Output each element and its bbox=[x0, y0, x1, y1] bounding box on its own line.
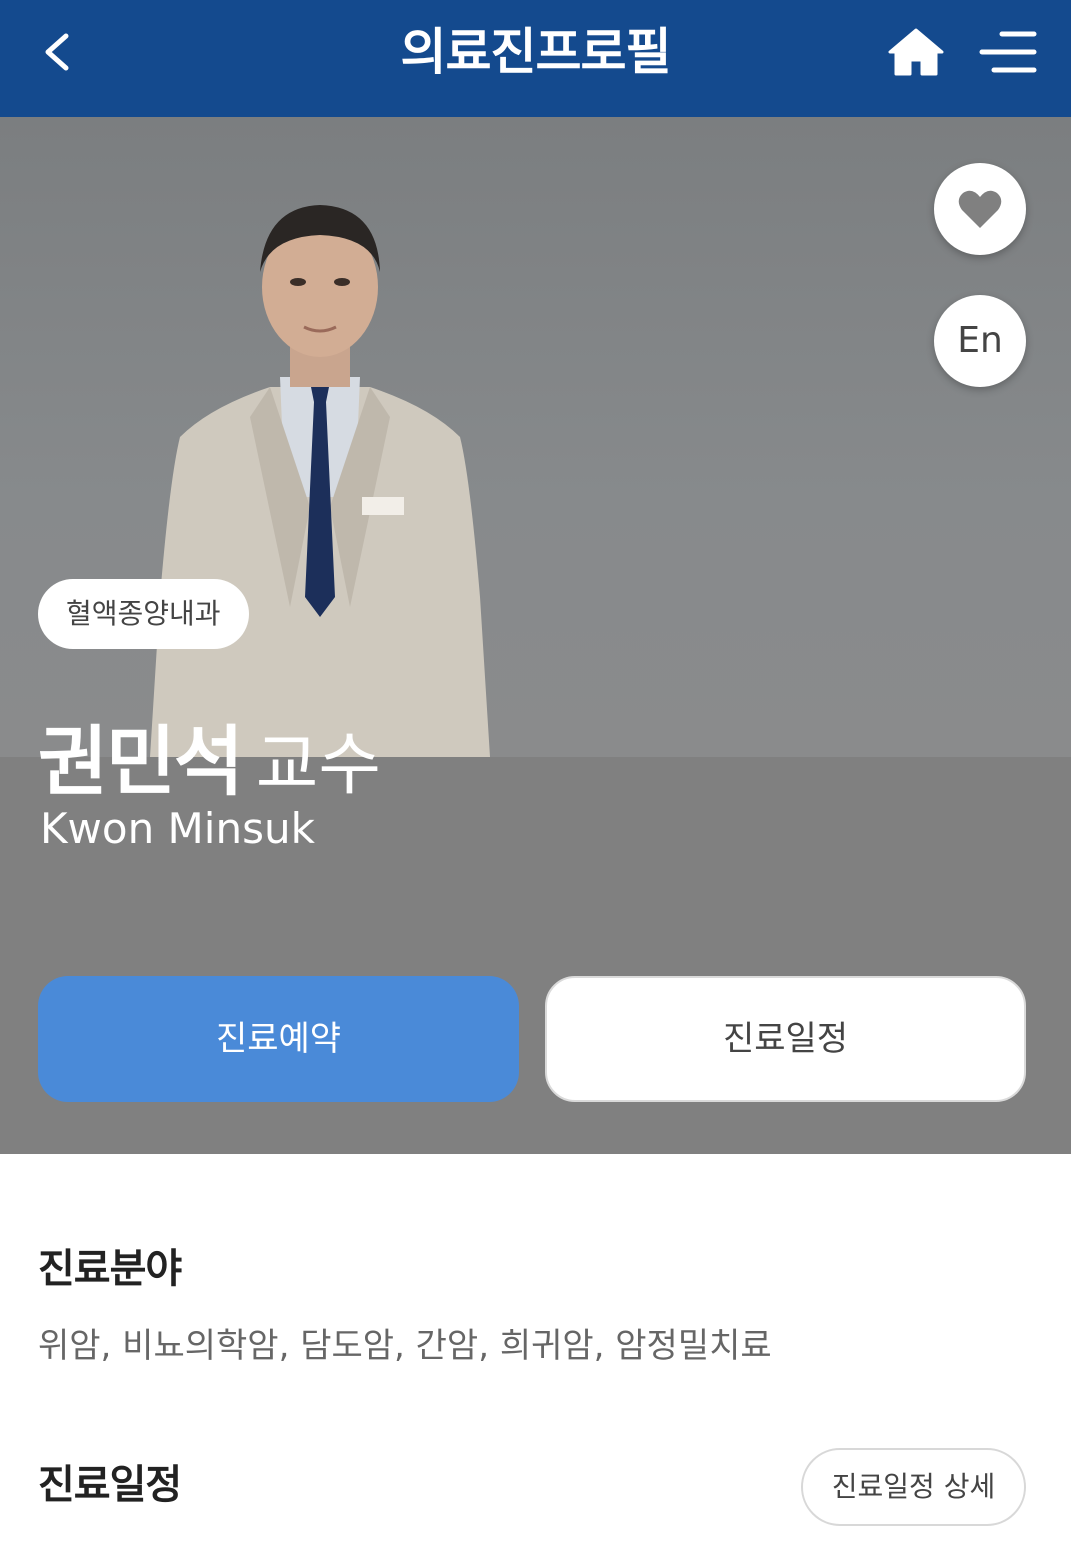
heart-icon bbox=[958, 190, 1002, 228]
top-navigation-bar: 의료진프로필 bbox=[0, 0, 1071, 117]
doctor-name-row: 권민석 교수 bbox=[38, 700, 381, 806]
doctor-title: 교수 bbox=[255, 726, 381, 805]
specialty-heading: 진료분야 bbox=[38, 1246, 182, 1292]
specialty-text: 위암, 비뇨의학암, 담도암, 간암, 희귀암, 암정밀치료 bbox=[38, 1326, 772, 1366]
schedule-detail-button[interactable]: 진료일정 상세 bbox=[801, 1448, 1026, 1526]
reserve-appointment-button[interactable]: 진료예약 bbox=[38, 976, 519, 1102]
department-badge: 혈액종양내과 bbox=[38, 579, 249, 649]
view-schedule-button[interactable]: 진료일정 bbox=[545, 976, 1026, 1102]
home-icon bbox=[888, 28, 944, 76]
profile-hero: En 혈액종양내과 권민석 교수 Kwon Minsuk 진료예약 진료일정 bbox=[0, 117, 1071, 1154]
doctor-photo bbox=[150, 205, 490, 757]
favorite-button[interactable] bbox=[934, 163, 1026, 255]
back-button[interactable] bbox=[30, 22, 86, 82]
doctor-name: 권민석 bbox=[38, 717, 244, 806]
home-button[interactable] bbox=[884, 22, 948, 82]
doctor-name-english: Kwon Minsuk bbox=[40, 804, 315, 853]
menu-button[interactable] bbox=[974, 22, 1040, 82]
chevron-left-icon bbox=[45, 33, 69, 71]
hamburger-menu-icon bbox=[979, 31, 1037, 73]
language-toggle-button[interactable]: En bbox=[934, 295, 1026, 387]
schedule-heading: 진료일정 bbox=[38, 1462, 182, 1508]
